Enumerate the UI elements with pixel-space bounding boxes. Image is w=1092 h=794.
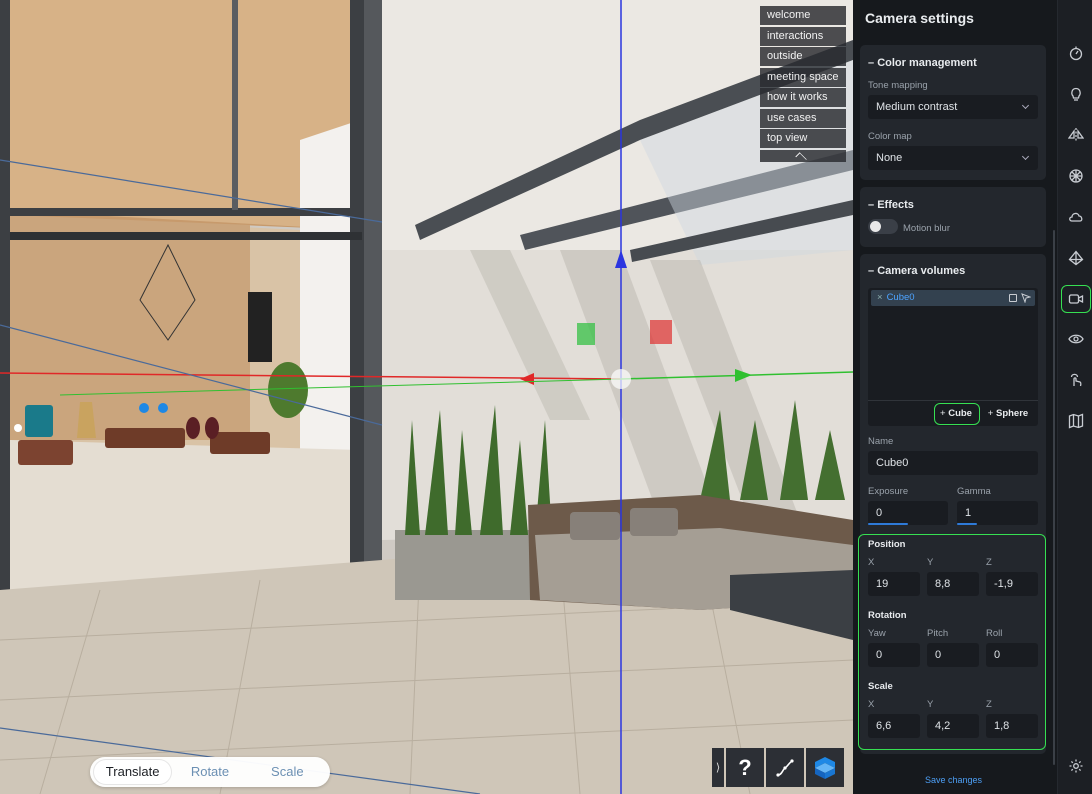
- bookmark-outside[interactable]: outside: [760, 47, 846, 66]
- scale-z-input[interactable]: 1,8: [986, 714, 1038, 738]
- position-y-input[interactable]: 8,8: [927, 572, 979, 596]
- volume-item-cube0[interactable]: × Cube0: [871, 290, 1035, 306]
- rotation-pitch-input[interactable]: 0: [927, 643, 979, 667]
- material-ball-icon[interactable]: [1063, 163, 1089, 189]
- effects-section: – Effects Motion blur: [860, 187, 1046, 247]
- add-sphere-button[interactable]: + Sphere: [981, 404, 1035, 424]
- camera-volumes-header[interactable]: – Camera volumes: [868, 265, 965, 277]
- logo-icon: [815, 756, 835, 779]
- video-camera-icon[interactable]: [1061, 285, 1091, 313]
- mode-translate-button[interactable]: Translate: [94, 760, 172, 784]
- camera-settings-panel: Camera settings – Color management Tone …: [853, 0, 1057, 794]
- bookmark-how-it-works[interactable]: how it works: [760, 88, 846, 107]
- chevron-up-icon: [795, 151, 807, 164]
- rotation-roll-input[interactable]: 0: [986, 643, 1038, 667]
- collapse-icon: –: [868, 265, 878, 277]
- rotation-yaw-input[interactable]: 0: [868, 643, 920, 667]
- tone-mapping-select[interactable]: Medium contrast: [868, 95, 1038, 119]
- collapse-icon: –: [868, 57, 878, 69]
- position-z-input[interactable]: -1,9: [986, 572, 1038, 596]
- mode-scale-button[interactable]: Scale: [249, 760, 326, 784]
- help-button[interactable]: ?: [726, 748, 764, 787]
- scale-x-input[interactable]: 6,6: [868, 714, 920, 738]
- add-cube-highlight: [934, 403, 980, 425]
- chevron-down-icon: [1021, 152, 1030, 161]
- color-map-select[interactable]: None: [868, 146, 1038, 170]
- tool-rail: [1057, 0, 1092, 794]
- timer-icon[interactable]: [1063, 40, 1089, 66]
- rotation-label: Rotation: [868, 610, 907, 621]
- scale-x-label: X: [868, 699, 875, 710]
- position-y-label: Y: [927, 557, 934, 568]
- camera-bookmarks: welcome interactions outside meeting spa…: [760, 6, 846, 164]
- mode-rotate-button[interactable]: Rotate: [171, 760, 248, 784]
- bookmark-interactions[interactable]: interactions: [760, 26, 846, 46]
- remove-x-icon[interactable]: ×: [877, 292, 883, 303]
- color-map-label: Color map: [868, 131, 912, 142]
- bookmark-use-cases[interactable]: use cases: [760, 108, 846, 128]
- mirror-icon[interactable]: [1063, 122, 1089, 148]
- tone-mapping-label: Tone mapping: [868, 80, 928, 91]
- transform-mode-bar: Translate Rotate Scale: [90, 757, 330, 787]
- select-cursor-icon[interactable]: [1021, 293, 1031, 303]
- bookmark-top-view[interactable]: top view: [760, 129, 846, 148]
- roll-label: Roll: [986, 628, 1003, 639]
- scale-y-input[interactable]: 4,2: [927, 714, 979, 738]
- scale-label: Scale: [868, 681, 893, 692]
- chevron-down-icon: [1021, 101, 1030, 110]
- bookmark-meeting-space[interactable]: meeting space: [760, 67, 846, 87]
- viewport-tools: ⟩ ?: [712, 748, 844, 787]
- touch-gesture-icon[interactable]: [1063, 367, 1089, 393]
- path-curve-icon: [776, 758, 794, 777]
- plus-icon: +: [987, 408, 996, 419]
- position-x-label: X: [868, 557, 875, 568]
- position-z-label: Z: [986, 557, 992, 568]
- toggle-knob: [870, 221, 881, 232]
- prism-icon[interactable]: [1063, 245, 1089, 271]
- pitch-label: Pitch: [927, 628, 949, 639]
- scale-z-label: Z: [986, 699, 992, 710]
- collapse-bookmarks-button[interactable]: [760, 149, 846, 164]
- position-label: Position: [868, 539, 906, 550]
- exposure-label: Exposure: [868, 486, 909, 497]
- color-management-header[interactable]: – Color management: [868, 57, 977, 69]
- app-logo-button[interactable]: [806, 748, 844, 787]
- panel-scrollbar[interactable]: [1053, 230, 1055, 765]
- exposure-slider-input[interactable]: 0: [868, 501, 948, 525]
- name-label: Name: [868, 436, 894, 447]
- color-management-section: – Color management Tone mapping Medium c…: [860, 45, 1046, 180]
- scale-y-label: Y: [927, 699, 934, 710]
- path-tool-button[interactable]: [766, 748, 804, 787]
- volume-name-input[interactable]: Cube0: [868, 451, 1038, 475]
- gamma-slider-input[interactable]: 1: [957, 501, 1038, 525]
- motion-blur-toggle[interactable]: [868, 219, 898, 234]
- eye-icon[interactable]: [1063, 326, 1089, 352]
- cloud-icon[interactable]: [1063, 204, 1089, 230]
- duplicate-icon[interactable]: [1009, 294, 1017, 302]
- scene-render: [0, 0, 853, 794]
- lightbulb-icon[interactable]: [1063, 81, 1089, 107]
- collapse-icon: –: [868, 199, 878, 211]
- effects-header[interactable]: – Effects: [868, 199, 914, 211]
- gamma-slider-fill: [957, 523, 977, 525]
- yaw-label: Yaw: [868, 628, 886, 639]
- bookmark-welcome[interactable]: welcome: [760, 6, 846, 25]
- gamma-label: Gamma: [957, 486, 991, 497]
- volume-add-bar: + Cube + Sphere: [868, 400, 1038, 426]
- 3d-viewport[interactable]: welcome interactions outside meeting spa…: [0, 0, 853, 794]
- motion-blur-label: Motion blur: [903, 223, 950, 234]
- save-changes-button[interactable]: Save changes: [925, 775, 982, 785]
- position-x-input[interactable]: 19: [868, 572, 920, 596]
- settings-gear-icon[interactable]: [1063, 753, 1089, 779]
- panel-title: Camera settings: [865, 10, 974, 26]
- volume-list: × Cube0 + Cube + Sphere: [868, 288, 1038, 426]
- exposure-slider-fill: [868, 523, 908, 525]
- map-icon[interactable]: [1063, 408, 1089, 434]
- expand-tools-button[interactable]: ⟩: [712, 748, 724, 787]
